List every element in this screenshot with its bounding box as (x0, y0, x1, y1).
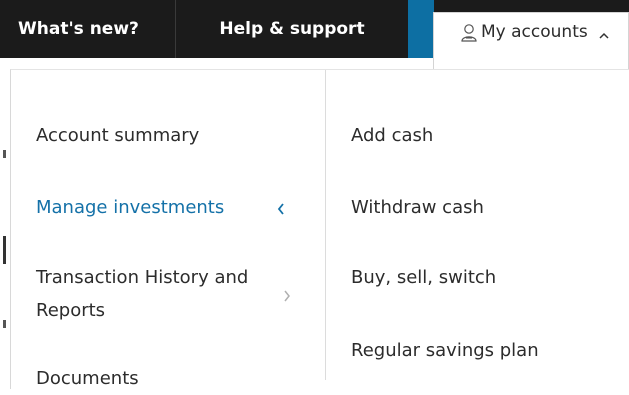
nav-accent-strip (408, 0, 434, 58)
menu-column-divider (325, 70, 326, 380)
menu-item-buy-sell-switch[interactable]: Buy, sell, switch (351, 261, 496, 294)
page-edge-mark (3, 150, 6, 158)
menu-item-label: Manage investments (36, 197, 225, 218)
menu-item-label: Account summary (36, 125, 200, 146)
nav-my-accounts[interactable]: My accounts (433, 12, 629, 70)
menu-item-label: Documents (36, 368, 139, 389)
chevron-left-icon (276, 201, 286, 215)
menu-item-label: Withdraw cash (351, 197, 484, 218)
menu-item-label: Regular savings plan (351, 340, 539, 361)
nav-my-accounts-label: My accounts (481, 22, 588, 42)
menu-item-label: Add cash (351, 125, 434, 146)
nav-help-support[interactable]: Help & support (176, 0, 408, 58)
nav-whats-new-label: What's new? (18, 19, 139, 39)
page-edge-mark (3, 236, 6, 264)
menu-item-label: Buy, sell, switch (351, 267, 497, 288)
user-icon (460, 23, 478, 43)
chevron-right-icon (282, 288, 292, 302)
page-edge-mark (3, 320, 6, 328)
nav-whats-new[interactable]: What's new? (0, 0, 176, 58)
menu-item-transaction-history[interactable]: Transaction History and Reports (36, 261, 276, 327)
menu-item-regular-savings-plan[interactable]: Regular savings plan (351, 334, 539, 367)
menu-item-label: Transaction History and Reports (36, 267, 249, 321)
chevron-up-icon (598, 27, 610, 39)
menu-item-withdraw-cash[interactable]: Withdraw cash (351, 191, 484, 224)
menu-item-add-cash[interactable]: Add cash (351, 119, 433, 152)
menu-item-documents[interactable]: Documents (36, 362, 139, 395)
menu-item-account-summary[interactable]: Account summary (36, 119, 199, 152)
menu-item-manage-investments[interactable]: Manage investments (36, 191, 224, 224)
nav-help-support-label: Help & support (219, 19, 365, 39)
